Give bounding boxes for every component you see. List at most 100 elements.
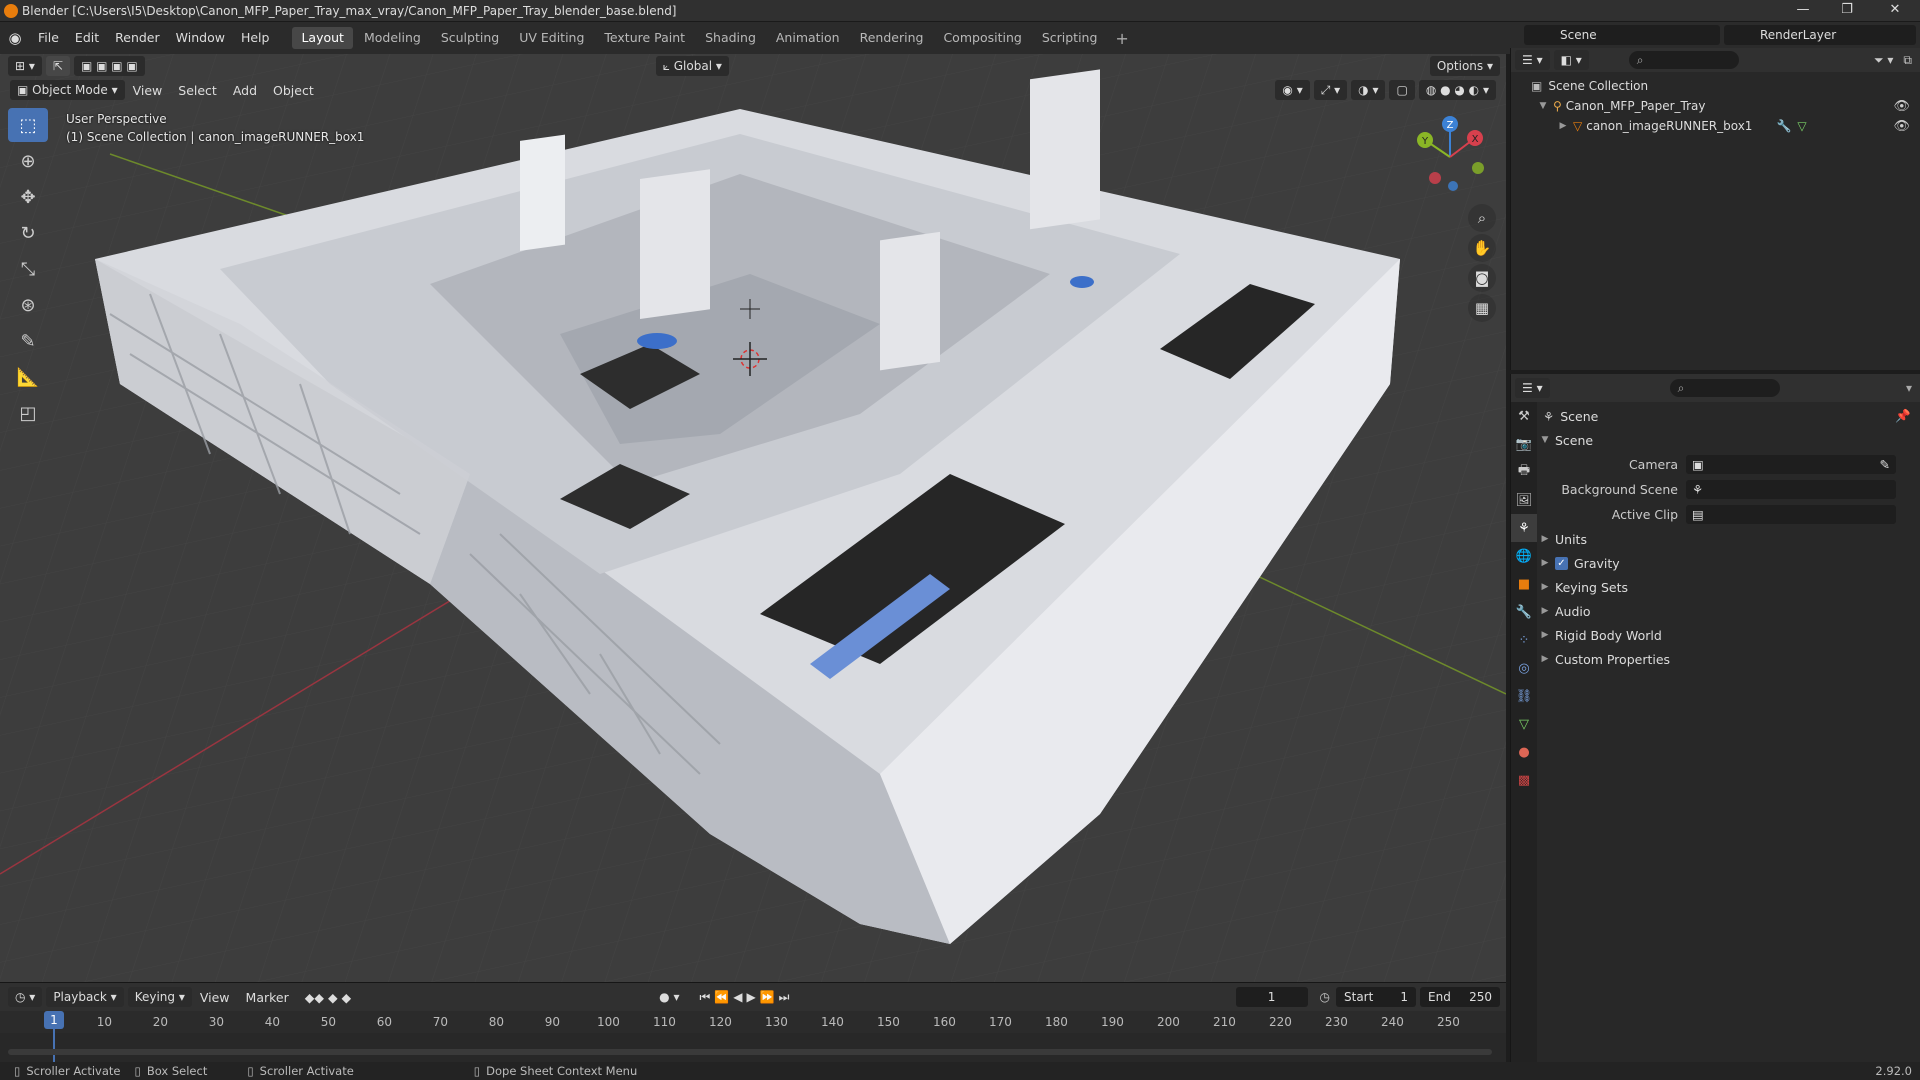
timeline-menu-view[interactable]: View [192,990,238,1005]
viewport-menu-view[interactable]: View [125,83,171,98]
constraints-tab-icon[interactable]: ⛓ [1511,682,1537,710]
playback-menu[interactable]: Playback ▾ [46,987,124,1007]
playhead-line[interactable] [53,1029,55,1063]
outliner-row-scene-collection[interactable]: ▣ Scene Collection [1511,76,1920,96]
add-workspace-button[interactable]: + [1107,29,1136,48]
world-tab-icon[interactable]: 🌐 [1511,542,1537,570]
active-clip-field[interactable]: ▤ [1686,505,1896,524]
timeline-ruler[interactable]: 10 20 30 40 50 60 70 80 90 100 110 120 130 140 150 160 1… [0,1011,1506,1033]
current-frame-field[interactable]: 1 [1235,987,1308,1007]
keyframe-nav-icons[interactable]: ◆◆ ◆ ◆ [297,990,359,1005]
viewport-menu-select[interactable]: Select [170,83,225,98]
selection-mode-buttons[interactable]: ▣ ▣ ▣ ▣ [73,56,145,76]
render-tab-icon[interactable]: 📷 [1511,430,1537,458]
menu-window[interactable]: Window [168,22,233,54]
modifier-icon[interactable]: 🔧 [1776,119,1791,133]
modifier-tab-icon[interactable]: 🔧 [1511,598,1537,626]
expand-icon[interactable]: ▼ [1537,101,1549,111]
audio-panel-header[interactable]: ▶ Audio [1539,599,1920,623]
scene-tab-icon[interactable]: ⚘ [1511,514,1537,542]
record-button-icon[interactable]: ● ▾ [659,990,679,1004]
viewport-menu-add[interactable]: Add [225,83,265,98]
overlay-toggle-icon[interactable]: ◑ ▾ [1351,80,1386,100]
background-scene-field[interactable]: ⚘ [1686,480,1896,499]
visibility-icon[interactable]: ◉ ▾ [1275,80,1310,100]
options-dropdown[interactable]: Options ▾ [1429,56,1500,76]
rigid-body-panel-header[interactable]: ▶ Rigid Body World [1539,623,1920,647]
rotate-tool-icon[interactable]: ↻ [8,216,48,250]
camera-view-icon[interactable]: ◙ [1468,264,1496,292]
tab-rendering[interactable]: Rendering [851,27,933,49]
visibility-eye-icon[interactable]: 👁 [1893,99,1910,114]
select-mode-icon[interactable]: ⇱ [45,56,70,76]
outliner-editor-type-icon[interactable]: ☰ ▾ [1515,50,1550,70]
physics-tab-icon[interactable]: ◎ [1511,654,1537,682]
timeline-menu-marker[interactable]: Marker [238,990,297,1005]
playback-controls[interactable]: ⏮⏪◀▶⏩⏭ [699,990,793,1005]
scale-tool-icon[interactable]: ⤡ [8,252,48,286]
mode-dropdown[interactable]: ▣ Object Mode ▾ [10,80,125,100]
output-tab-icon[interactable]: 🖶 [1511,458,1537,486]
timeline-editor-type-icon[interactable]: ◷ ▾ [8,987,43,1007]
particles-tab-icon[interactable]: ⁘ [1511,626,1537,654]
add-cube-tool-icon[interactable]: ◰ [8,396,48,430]
preview-range-icon[interactable]: ◷ [1320,990,1330,1004]
menu-file[interactable]: File [30,22,67,54]
texture-tab-icon[interactable]: ▩ [1511,766,1537,794]
visibility-eye-icon[interactable]: 👁 [1893,119,1910,134]
tab-scripting[interactable]: Scripting [1033,27,1107,49]
keying-menu[interactable]: Keying ▾ [127,987,192,1007]
tab-layout[interactable]: Layout [292,27,353,49]
view-layer-selector[interactable]: RenderLayer [1724,25,1916,45]
menu-render[interactable]: Render [107,22,168,54]
measure-tool-icon[interactable]: 📐 [8,360,48,394]
eyedropper-icon[interactable]: ✎ [1880,457,1890,472]
shading-mode-buttons[interactable]: ◍ ● ◕ ◐ ▾ [1418,80,1496,100]
properties-search-input[interactable]: ⌕ [1669,379,1780,397]
perspective-toggle-icon[interactable]: ▦ [1468,294,1496,322]
menu-edit[interactable]: Edit [67,22,107,54]
filter-icon[interactable]: ⏷ ▾ [1874,53,1893,68]
tool-tab-icon[interactable]: ⚒ [1511,402,1537,430]
scene-panel-header[interactable]: ▼ Scene [1539,428,1920,452]
camera-field[interactable]: ▣ ✎ [1686,455,1896,474]
tab-texture-paint[interactable]: Texture Paint [595,27,694,49]
tab-animation[interactable]: Animation [767,27,849,49]
tab-uv-editing[interactable]: UV Editing [510,27,593,49]
gizmo-toggle-icon[interactable]: ⤢ ▾ [1313,80,1348,100]
annotate-tool-icon[interactable]: ✎ [8,324,48,358]
minimize-button[interactable]: — [1781,0,1825,22]
transform-tool-icon[interactable]: ⊛ [8,288,48,322]
object-tab-icon[interactable]: ■ [1511,570,1537,598]
view-layer-tab-icon[interactable]: 🖼 [1511,486,1537,514]
close-button[interactable]: ✕ [1873,0,1917,22]
move-tool-icon[interactable]: ✥ [8,180,48,214]
select-box-tool-icon[interactable]: ⬚ [8,108,48,142]
pan-hand-icon[interactable]: ✋ [1468,234,1496,262]
orientation-dropdown[interactable]: ⟀ Global ▾ [655,56,729,76]
tab-shading[interactable]: Shading [696,27,765,49]
gravity-checkbox[interactable]: ✓ [1555,556,1568,570]
editor-type-icon[interactable]: ⊞ ▾ [8,56,42,76]
outliner-row-object[interactable]: ▶ ▽ canon_imageRUNNER_box1 🔧 ▽ 👁 [1511,116,1920,136]
new-collection-icon[interactable]: ⧉ [1903,53,1912,68]
outliner-search-input[interactable]: ⌕ [1628,51,1739,69]
blender-menu-icon[interactable]: ◉ [0,29,30,47]
keying-sets-panel-header[interactable]: ▶ Keying Sets [1539,575,1920,599]
gravity-panel-header[interactable]: ▶ ✓ Gravity [1539,551,1920,575]
tab-modeling[interactable]: Modeling [355,27,430,49]
mesh-data-icon[interactable]: ▽ [1797,119,1806,133]
display-mode-icon[interactable]: ◧ ▾ [1553,50,1589,70]
expand-icon[interactable]: ▶ [1557,121,1569,131]
start-frame-field[interactable]: Start 1 [1336,987,1416,1007]
material-tab-icon[interactable]: ● [1511,738,1537,766]
tab-compositing[interactable]: Compositing [934,27,1030,49]
zoom-icon[interactable]: ⌕ [1468,204,1496,232]
scene-selector[interactable]: Scene [1524,25,1720,45]
data-tab-icon[interactable]: ▽ [1511,710,1537,738]
custom-properties-panel-header[interactable]: ▶ Custom Properties [1539,647,1920,671]
maximize-button[interactable]: ❐ [1825,0,1869,22]
properties-menu-icon[interactable]: ▾ [1906,381,1912,395]
units-panel-header[interactable]: ▶ Units [1539,527,1920,551]
3d-viewport[interactable]: ⊞ ▾ ⇱ ▣ ▣ ▣ ▣ ⟀ Global ▾ Options ▾ ▣ Obj… [0,54,1506,982]
